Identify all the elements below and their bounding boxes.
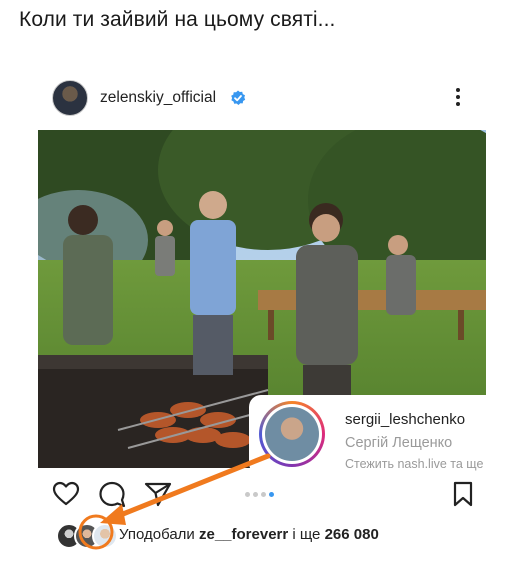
profile-avatar[interactable] — [52, 80, 88, 116]
tagged-profile-avatar[interactable] — [259, 401, 325, 467]
tagged-profile-handle[interactable]: sergii_leshchenko — [345, 411, 465, 428]
meme-caption: Коли ти зайвий на цьому святі... — [19, 8, 336, 31]
tagged-profile-card[interactable]: sergii_leshchenko Сергій Лещенко Стежить… — [249, 395, 503, 475]
more-options-icon[interactable] — [452, 85, 464, 111]
liker-username[interactable]: ze__foreverr — [199, 526, 288, 543]
post-header: zelenskiy_official — [52, 80, 474, 122]
post-username[interactable]: zelenskiy_official — [100, 89, 216, 107]
comment-icon[interactable] — [98, 480, 126, 508]
verified-badge-icon — [231, 90, 246, 105]
carousel-dot — [261, 492, 266, 497]
carousel-dot-active — [269, 492, 274, 497]
liker-avatar[interactable] — [92, 523, 118, 549]
heart-icon[interactable] — [52, 480, 80, 508]
bookmark-icon[interactable] — [449, 480, 477, 508]
tagged-profile-follow-text: Стежить nash.live та ще — [345, 457, 484, 471]
carousel-indicator — [245, 492, 274, 497]
carousel-dot — [245, 492, 250, 497]
tagged-profile-name: Сергій Лещенко — [345, 435, 453, 451]
carousel-dot — [253, 492, 258, 497]
likes-count[interactable]: 266 080 — [325, 526, 379, 543]
share-icon[interactable] — [144, 480, 172, 508]
likes-text[interactable]: Уподобали ze__foreverr і ще 266 080 — [119, 526, 379, 543]
